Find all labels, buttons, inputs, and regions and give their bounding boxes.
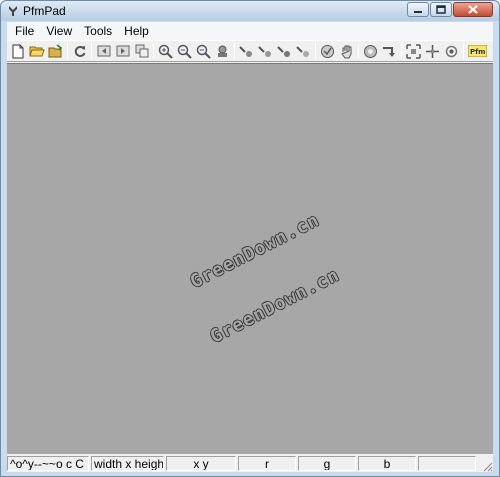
zoom-actual-icon <box>218 45 227 57</box>
prev-image-button[interactable] <box>95 43 112 60</box>
copy-button[interactable] <box>133 43 150 60</box>
menu-bar: File View Tools Help <box>7 22 493 40</box>
crosshair-icon <box>426 44 439 58</box>
zoom-actual-button[interactable] <box>214 43 231 60</box>
apply-icon <box>383 47 395 57</box>
prev-image-icon <box>97 45 110 57</box>
maximize-button[interactable] <box>430 2 452 17</box>
status-mode: ^o^y--~~o c C <box>7 456 89 471</box>
close-button[interactable] <box>453 2 493 17</box>
image-canvas[interactable]: GreenDown.cn GreenDown.cn <box>7 63 493 454</box>
window-title: PfmPad <box>23 4 66 18</box>
status-size: width x height <box>91 456 164 471</box>
resize-grip-icon[interactable] <box>481 460 493 472</box>
zoom-fit-icon <box>196 44 211 59</box>
minimize-icon <box>414 10 422 13</box>
fit-window-button[interactable] <box>405 43 422 60</box>
watermark-text: GreenDown.cn <box>207 264 344 348</box>
toolbar-separator <box>358 43 359 59</box>
new-button[interactable] <box>9 43 26 60</box>
toolbar-separator <box>315 43 316 59</box>
next-image-icon <box>116 45 129 57</box>
new-icon <box>12 44 23 58</box>
save-button[interactable] <box>47 43 64 60</box>
toolbar-separator <box>401 43 402 59</box>
close-icon <box>468 5 478 14</box>
status-coords: x y <box>166 456 236 471</box>
status-blue: b <box>358 456 416 471</box>
exposure-button[interactable] <box>362 43 379 60</box>
app-window: PfmPad File View Tools Help Pfm GreenDow… <box>0 0 500 477</box>
client-area: File View Tools Help Pfm GreenDown.cn Gr… <box>7 22 493 472</box>
hand-icon <box>340 45 351 58</box>
toolbar-separator <box>153 43 154 59</box>
channel-c-icon <box>277 46 290 57</box>
pfm-button[interactable]: Pfm <box>467 43 487 60</box>
open-button[interactable] <box>28 43 45 60</box>
zoom-in-button[interactable] <box>157 43 174 60</box>
toolbar-separator <box>234 43 235 59</box>
menu-help[interactable]: Help <box>118 22 155 40</box>
toolbar: Pfm <box>7 40 493 62</box>
channel-a-button[interactable] <box>238 43 255 60</box>
menu-file[interactable]: File <box>9 22 40 40</box>
target-icon <box>445 45 458 57</box>
status-red: r <box>238 456 296 471</box>
save-icon <box>48 44 63 58</box>
zoom-in-icon <box>158 44 173 59</box>
apply-button[interactable] <box>381 43 398 60</box>
menu-view[interactable]: View <box>40 22 78 40</box>
window-controls <box>407 2 493 17</box>
toolbar-separator <box>91 43 92 59</box>
menu-tools[interactable]: Tools <box>78 22 118 40</box>
target-button[interactable] <box>443 43 460 60</box>
zoom-out-button[interactable] <box>176 43 193 60</box>
channel-c-button[interactable] <box>276 43 293 60</box>
reload-icon <box>74 46 85 57</box>
status-extra <box>418 456 476 471</box>
channel-a-icon <box>239 46 252 57</box>
status-green: g <box>298 456 356 471</box>
title-bar[interactable]: PfmPad <box>1 1 499 21</box>
channel-d-button[interactable] <box>295 43 312 60</box>
zoom-out-icon <box>177 44 192 59</box>
pfm-label: Pfm <box>470 48 485 56</box>
channel-d-icon <box>296 46 309 57</box>
toolbar-separator <box>67 43 68 59</box>
channel-b-icon <box>258 46 271 57</box>
tonemap-icon <box>321 44 334 58</box>
zoom-fit-button[interactable] <box>195 43 212 60</box>
next-image-button[interactable] <box>114 43 131 60</box>
crosshair-button[interactable] <box>424 43 441 60</box>
maximize-icon <box>436 5 446 14</box>
reload-button[interactable] <box>71 43 88 60</box>
tonemap-button[interactable] <box>319 43 336 60</box>
copy-icon <box>135 44 148 58</box>
app-logo-icon <box>9 6 17 16</box>
minimize-button[interactable] <box>407 2 429 17</box>
toolbar-separator <box>463 43 464 59</box>
status-bar: ^o^y--~~o c C width x height x y r g b <box>7 455 493 472</box>
fit-window-icon <box>406 43 421 59</box>
hand-button[interactable] <box>338 43 355 60</box>
channel-b-button[interactable] <box>257 43 274 60</box>
pfm-icon: Pfm <box>467 45 487 57</box>
open-icon <box>28 46 45 57</box>
exposure-icon <box>364 44 377 58</box>
